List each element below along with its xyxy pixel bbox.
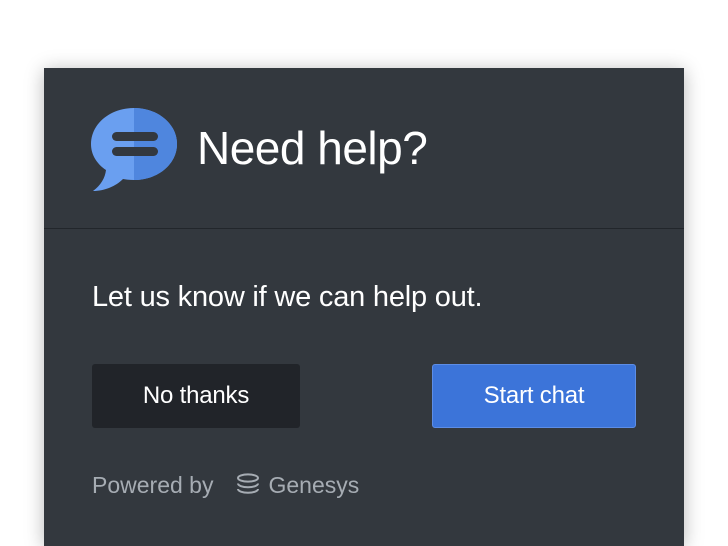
chat-invitation-dialog: Need help? Let us know if we can help ou…	[44, 68, 684, 546]
genesys-logo-icon	[237, 473, 260, 494]
powered-by-label: Powered by	[92, 471, 214, 498]
dialog-header: Need help?	[44, 68, 684, 229]
help-message: Let us know if we can help out.	[92, 281, 483, 313]
dialog-title: Need help?	[197, 122, 428, 174]
no-thanks-button[interactable]: No thanks	[92, 364, 300, 428]
powered-by-footer: Powered by Genesys	[92, 468, 359, 502]
genesys-brand-name: Genesys	[268, 471, 360, 498]
start-chat-button[interactable]: Start chat	[432, 364, 636, 428]
chat-bubble-icon	[91, 108, 177, 191]
page-background: Need help? Let us know if we can help ou…	[0, 0, 728, 546]
